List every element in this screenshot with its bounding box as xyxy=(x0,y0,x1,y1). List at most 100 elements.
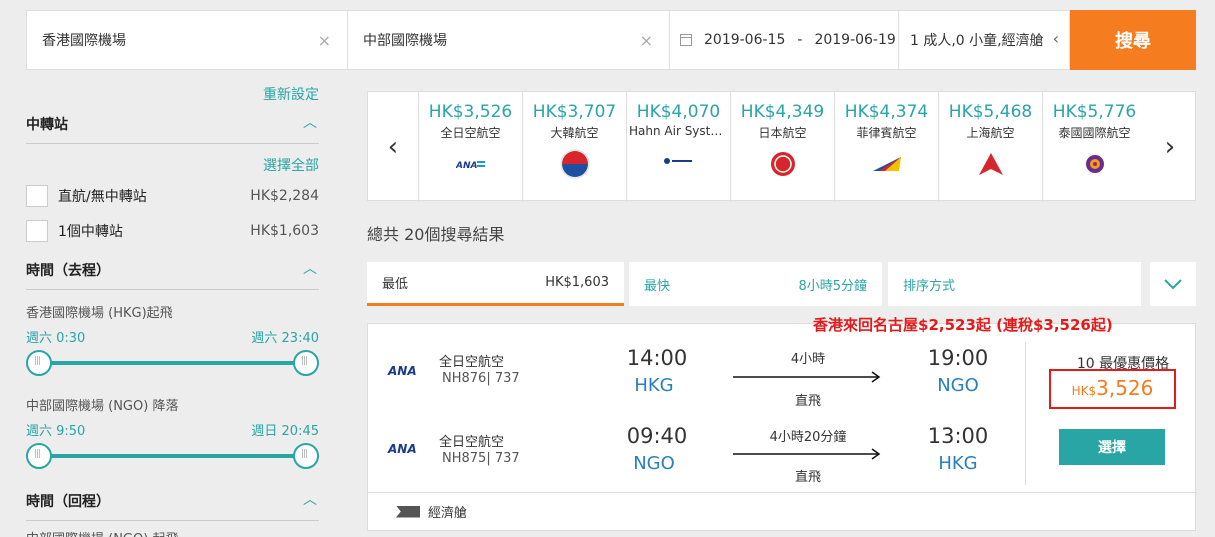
date-separator: - xyxy=(797,32,803,48)
return-time-title: 時間（回程） xyxy=(26,494,110,510)
one-stop-price: HK$1,603 xyxy=(250,223,319,239)
airline-price: HK$5,468 xyxy=(948,102,1033,122)
sort-dropdown-button[interactable] xyxy=(1150,262,1196,306)
select-flight-button[interactable]: 選擇 xyxy=(1059,429,1165,465)
leg-airline: 全日空航空 xyxy=(439,355,505,370)
chevron-right-icon[interactable]: › xyxy=(1145,92,1195,202)
airline-price: HK$5,776 xyxy=(1052,102,1137,122)
slider-max-handle[interactable] xyxy=(293,350,319,376)
arrow-right-icon xyxy=(733,371,883,383)
cabin-class-row: 經濟艙 xyxy=(368,492,1197,530)
flight-result-card: 香港來回名古屋$2,523起 (連稅$3,526起) ANA 全日空航空 NH8… xyxy=(367,316,1197,531)
sort-fastest-label: 最快 xyxy=(644,278,671,294)
leg-depart-code: NGO xyxy=(633,453,675,474)
reset-filters-link[interactable]: 重新設定 xyxy=(263,84,319,104)
direct-label: 直航/無中轉站 xyxy=(58,189,147,205)
outbound-depart-label: 香港國際機場 (HKG)起飛 xyxy=(26,306,173,321)
filter-option-direct[interactable]: 直航/無中轉站 HK$2,284 xyxy=(26,184,319,208)
direct-price: HK$2,284 xyxy=(250,188,319,204)
chevron-up-icon[interactable]: ︿ xyxy=(303,258,317,278)
clear-destination-icon[interactable]: × xyxy=(640,31,653,50)
slider-min-handle[interactable] xyxy=(26,350,52,376)
filter-option-one-stop[interactable]: 1個中轉站 HK$1,603 xyxy=(26,219,319,243)
outbound-arrive-slider[interactable] xyxy=(26,443,319,469)
airline-card[interactable]: HK$4,070 Hahn Air Syste... xyxy=(626,92,730,202)
airline-name: 泰國國際航空 xyxy=(1058,126,1131,140)
ana-logo: ANA xyxy=(388,364,417,378)
airline-name: 大韓航空 xyxy=(550,126,599,140)
select-all-link[interactable]: 選擇全部 xyxy=(263,155,319,175)
card-divider xyxy=(1025,342,1026,485)
chevron-up-icon[interactable]: ︿ xyxy=(303,489,317,509)
transit-title: 中轉站 xyxy=(26,117,68,133)
philippine-airlines-logo xyxy=(835,149,938,179)
return-date: 2019-06-19 xyxy=(814,32,896,48)
outbound-time-header[interactable]: 時間（去程） ︿ xyxy=(26,260,319,290)
airline-card[interactable]: HK$4,374 菲律賓航空 xyxy=(834,92,938,202)
slider-min-handle[interactable] xyxy=(26,443,52,469)
leg-flight-number: NH876| 737 xyxy=(442,371,520,386)
price-highlight: HK$3,526 xyxy=(1049,369,1176,409)
depart-min-time: 週六 0:30 xyxy=(26,331,86,346)
slider-max-handle[interactable] xyxy=(293,443,319,469)
sort-lowest-label: 最低 xyxy=(382,277,409,292)
airline-card[interactable]: HK$5,776 泰國國際航空 xyxy=(1042,92,1146,202)
price-currency: HK$ xyxy=(1071,384,1097,398)
passenger-value: 1 成人,0 小童,經濟艙 xyxy=(910,33,1044,49)
calendar-icon xyxy=(680,34,692,46)
airline-card[interactable]: HK$5,468 上海航空 xyxy=(938,92,1042,202)
depart-max-time: 週六 23:40 xyxy=(251,331,319,346)
passenger-field[interactable]: 1 成人,0 小童,經濟艙 ‹ xyxy=(899,10,1070,70)
clear-origin-icon[interactable]: × xyxy=(318,31,331,50)
flight-search-bar: 香港國際機場 × 中部國際機場 × 2019-06-15 - 2019-06-1… xyxy=(26,10,1196,70)
leg-stops: 直飛 xyxy=(794,394,821,409)
chevron-left-icon[interactable]: ‹ xyxy=(368,92,418,202)
return-depart-label: 中部國際機場 (NGO) 起飛 xyxy=(26,528,178,537)
outbound-depart-range: 週六 0:30 週六 23:40 xyxy=(26,327,319,346)
chevron-left-icon: ‹ xyxy=(1052,29,1059,48)
leg-airline: 全日空航空 xyxy=(439,435,505,450)
leg-stops: 直飛 xyxy=(794,470,821,485)
airline-card[interactable]: HK$4,349 日本航空 xyxy=(730,92,834,202)
return-time-header[interactable]: 時間（回程） ︿ xyxy=(26,491,319,521)
sort-fastest-value: 8小時5分鐘 xyxy=(798,278,867,294)
arrive-max-time: 週日 20:45 xyxy=(251,424,319,439)
transit-section-header[interactable]: 中轉站 ︿ xyxy=(26,114,319,144)
jal-logo xyxy=(731,149,834,179)
price-amount: 3,526 xyxy=(1096,376,1154,400)
one-stop-checkbox[interactable] xyxy=(26,220,48,242)
leg-depart-time: 09:40 xyxy=(626,424,688,448)
direct-checkbox[interactable] xyxy=(26,185,48,207)
depart-date: 2019-06-15 xyxy=(704,32,786,48)
airline-card[interactable]: HK$3,526 全日空航空 ANA xyxy=(418,92,522,202)
leg-flight-number: NH875| 737 xyxy=(442,451,520,466)
airline-name: 菲律賓航空 xyxy=(856,126,917,140)
origin-field[interactable]: 香港國際機場 × xyxy=(26,10,348,70)
sort-lowest-tab[interactable]: 最低 HK$1,603 xyxy=(367,262,624,306)
arrive-min-time: 週六 9:50 xyxy=(26,424,86,439)
sort-lowest-value: HK$1,603 xyxy=(545,275,609,290)
cabin-class: 經濟艙 xyxy=(428,506,468,521)
chevron-up-icon[interactable]: ︿ xyxy=(303,112,317,132)
shanghai-airlines-logo xyxy=(939,149,1042,179)
sort-order-label: 排序方式 xyxy=(903,278,956,294)
date-range-field[interactable]: 2019-06-15 - 2019-06-19 xyxy=(670,10,899,70)
outbound-time-title: 時間（去程） xyxy=(26,263,110,279)
slider-track xyxy=(38,361,307,365)
inbound-leg: ANA 全日空航空 NH875| 737 09:40 NGO 4小時20分鐘 直… xyxy=(368,422,1028,492)
leg-arrive-time: 13:00 xyxy=(927,424,989,448)
svg-text:ANA: ANA xyxy=(456,161,477,169)
leg-arrive-code: NGO xyxy=(937,375,979,396)
outbound-arrive-range: 週六 9:50 週日 20:45 xyxy=(26,420,319,439)
ana-logo: ANA xyxy=(419,149,522,179)
outbound-depart-slider[interactable] xyxy=(26,350,319,376)
destination-field[interactable]: 中部國際機場 × xyxy=(348,10,670,70)
search-button[interactable]: 搜尋 xyxy=(1070,10,1196,70)
outbound-leg: ANA 全日空航空 NH876| 737 14:00 HKG 4小時 直飛 19… xyxy=(368,342,1028,412)
seat-icon xyxy=(396,505,420,518)
outbound-arrive-label: 中部國際機場 (NGO) 降落 xyxy=(26,399,179,414)
sort-fastest-tab[interactable]: 最快 8小時5分鐘 xyxy=(629,262,882,306)
airline-card[interactable]: HK$3,707 大韓航空 xyxy=(522,92,626,202)
sort-order-tab[interactable]: 排序方式 xyxy=(888,262,1141,306)
results-count: 總共 20個搜尋結果 xyxy=(367,225,505,244)
